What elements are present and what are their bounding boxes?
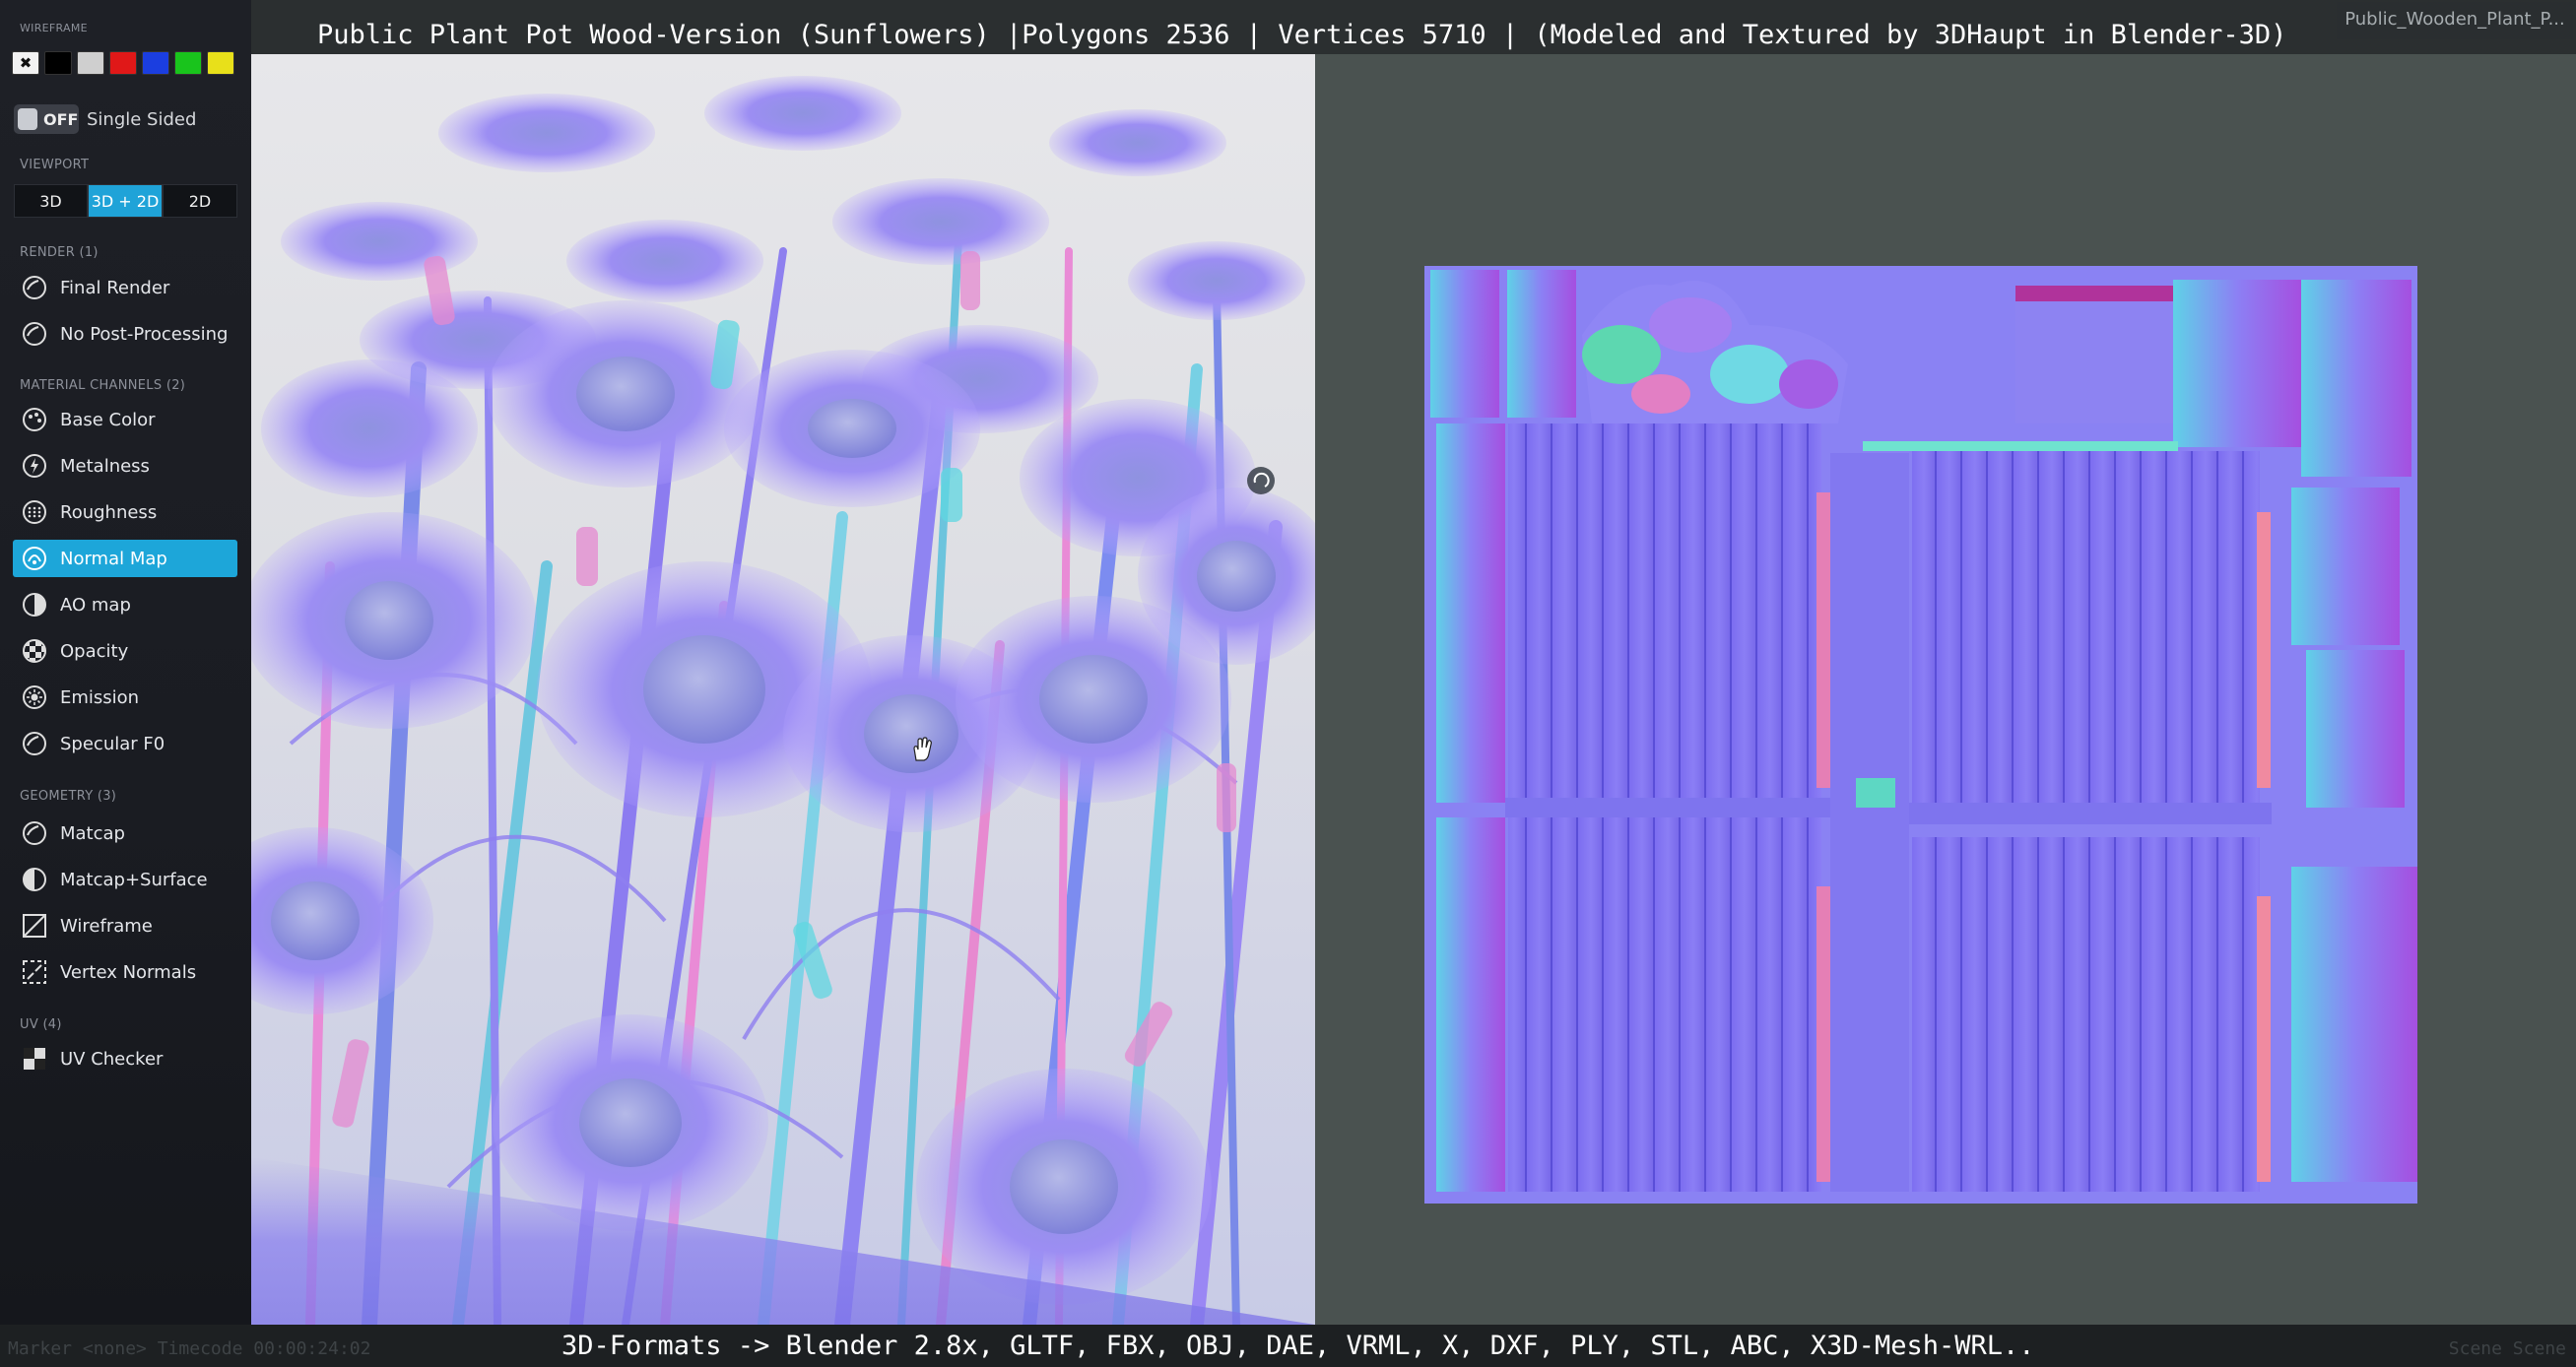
menu-label: Matcap+Surface [60, 869, 208, 890]
viewport-section-label: VIEWPORT [20, 158, 90, 172]
model-inspector-panel: WIREFRAME ✖ OFF Single Sided VIEWPORT 3D… [0, 0, 251, 1325]
scene-readout: Scene Scene [2448, 1338, 2566, 1359]
menu-vertex-normals[interactable]: Vertex Normals [13, 953, 237, 991]
viewport-3d-canvas[interactable] [251, 54, 1315, 1325]
toggle-knob [18, 108, 37, 130]
grain-icon [21, 498, 48, 526]
menu-label: Final Render [60, 277, 170, 298]
render-sphere-icon [21, 320, 48, 348]
lightning-icon [21, 452, 48, 480]
viewport-2d-uv-view[interactable] [1315, 54, 2576, 1325]
swatch-red[interactable] [109, 51, 137, 75]
normal-map-texture [1424, 266, 2417, 1204]
sun-icon [21, 684, 48, 711]
bottom-info-bar: Marker <none> Timecode 00:00:24:02 3D-Fo… [0, 1325, 2576, 1367]
toggle-state-text: OFF [43, 109, 79, 129]
model-title: Public Plant Pot Wood-Version (Sunflower… [317, 20, 2287, 50]
menu-label: Base Color [60, 409, 156, 430]
viewport-3d-button[interactable]: 3D [14, 184, 88, 218]
viewport-mode-group: 3D 3D + 2D 2D [14, 184, 237, 218]
material-channels-section-label: MATERIAL CHANNELS (2) [20, 378, 186, 393]
single-sided-toggle[interactable]: OFF [14, 104, 79, 134]
matcap-surface-icon [21, 866, 48, 893]
checker-circle-icon [21, 637, 48, 665]
uv-checker-icon [21, 1045, 48, 1073]
menu-normal-map[interactable]: Normal Map [13, 540, 237, 577]
swatch-yellow[interactable] [207, 51, 234, 75]
menu-label: Specular F0 [60, 733, 165, 754]
menu-label: Metalness [60, 455, 150, 477]
matcap-sphere-icon [21, 819, 48, 847]
menu-matcap[interactable]: Matcap [13, 814, 237, 852]
specular-sphere-icon [21, 730, 48, 757]
menu-label: UV Checker [60, 1048, 164, 1070]
single-sided-label: Single Sided [87, 108, 197, 130]
wireframe-square-icon [21, 912, 48, 940]
menu-specular-f0[interactable]: Specular F0 [13, 725, 237, 762]
orbit-marker-icon [1247, 467, 1275, 494]
menu-label: Normal Map [60, 548, 167, 569]
swatch-black[interactable] [44, 51, 72, 75]
palette-icon [21, 406, 48, 433]
single-sided-row: OFF Single Sided [14, 104, 196, 134]
menu-label: Vertex Normals [60, 961, 197, 983]
menu-emission[interactable]: Emission [13, 679, 237, 716]
menu-matcap-surface[interactable]: Matcap+Surface [13, 861, 237, 898]
render-section-label: RENDER (1) [20, 245, 99, 260]
swatch-gray[interactable] [77, 51, 104, 75]
formats-caption: 3D-Formats -> Blender 2.8x, GLTF, FBX, O… [561, 1331, 2035, 1361]
wireframe-color-swatches: ✖ [12, 51, 234, 75]
sunflowers-normal-map-render [251, 76, 1315, 1325]
menu-metalness[interactable]: Metalness [13, 447, 237, 485]
menu-base-color[interactable]: Base Color [13, 401, 237, 438]
menu-wireframe[interactable]: Wireframe [13, 907, 237, 944]
menu-opacity[interactable]: Opacity [13, 632, 237, 670]
uv-section-label: UV (4) [20, 1017, 62, 1032]
normal-map-icon [21, 545, 48, 572]
menu-no-post-processing[interactable]: No Post-Processing [13, 315, 237, 353]
menu-label: Roughness [60, 501, 158, 523]
menu-label: Matcap [60, 822, 125, 844]
timecode-readout: Marker <none> Timecode 00:00:24:02 [8, 1338, 371, 1359]
menu-label: No Post-Processing [60, 323, 229, 345]
wireframe-section-label: WIREFRAME [20, 22, 88, 34]
swatch-reset[interactable]: ✖ [12, 51, 39, 75]
render-sphere-icon [21, 274, 48, 301]
vertex-normals-icon [21, 958, 48, 986]
menu-final-render[interactable]: Final Render [13, 269, 237, 306]
menu-label: AO map [60, 594, 131, 616]
ao-half-circle-icon [21, 591, 48, 618]
menu-uv-checker[interactable]: UV Checker [13, 1040, 237, 1077]
texture-file-label: Public_Wooden_Plant_P... [2337, 2, 2573, 39]
menu-roughness[interactable]: Roughness [13, 493, 237, 531]
menu-label: Wireframe [60, 915, 153, 937]
menu-label: Emission [60, 686, 140, 708]
menu-label: Opacity [60, 640, 129, 662]
viewport-3d-2d-button[interactable]: 3D + 2D [88, 184, 163, 218]
swatch-green[interactable] [174, 51, 202, 75]
swatch-blue[interactable] [142, 51, 169, 75]
viewport-2d-button[interactable]: 2D [163, 184, 237, 218]
menu-ao-map[interactable]: AO map [13, 586, 237, 623]
geometry-section-label: GEOMETRY (3) [20, 789, 117, 804]
hand-cursor-icon [908, 737, 934, 766]
